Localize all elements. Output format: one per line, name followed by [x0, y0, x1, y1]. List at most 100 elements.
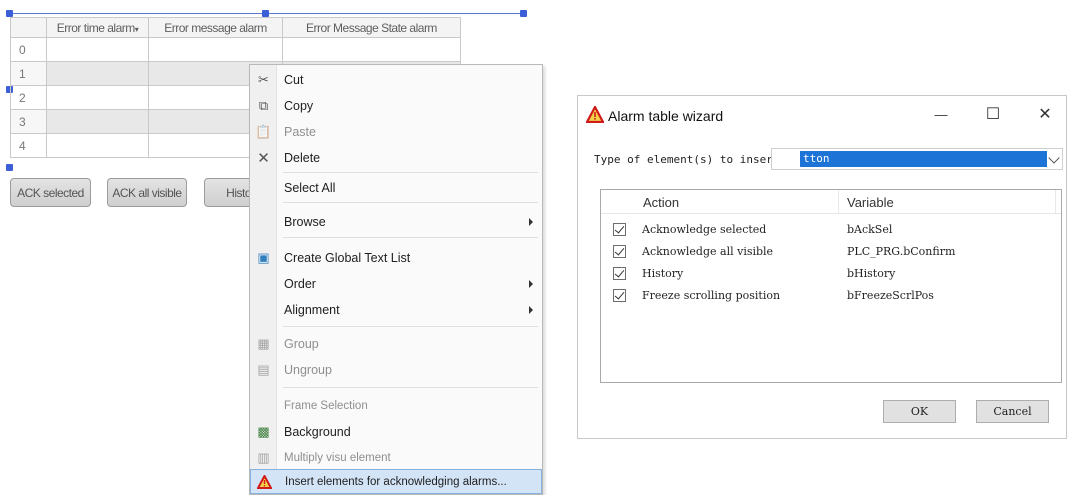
text-list-icon: ▣ — [257, 249, 270, 265]
row-index: 1 — [10, 61, 47, 86]
element-type-label: Type of element(s) to insert: — [594, 153, 787, 166]
action-name: Freeze scrolling position — [642, 289, 781, 302]
row-index: 0 — [10, 37, 47, 62]
column-divider — [838, 190, 839, 214]
chevron-down-icon[interactable] — [1048, 152, 1060, 164]
table-cell — [46, 85, 149, 110]
menu-item-order[interactable]: Order — [250, 271, 542, 296]
row-index: 3 — [10, 109, 47, 134]
checkbox[interactable] — [613, 223, 626, 236]
close-button[interactable]: ✕ — [1028, 102, 1062, 126]
menu-item-delete[interactable]: ✕ Delete — [250, 145, 542, 170]
menu-item-label: Order — [284, 276, 316, 291]
variable-name[interactable]: PLC_PRG.bConfirm — [847, 245, 955, 258]
menu-separator — [283, 172, 538, 173]
menu-separator — [283, 237, 538, 238]
submenu-arrow-icon — [529, 306, 533, 314]
multiply-icon: ▥ — [257, 449, 270, 465]
submenu-arrow-icon — [529, 280, 533, 288]
variable-name[interactable]: bAckSel — [847, 223, 892, 236]
menu-separator — [283, 202, 538, 203]
menu-item-label: Ungroup — [284, 362, 332, 377]
menu-item-group[interactable]: ▦ Group — [250, 331, 542, 356]
alarm-table-header: Error time alarm▾ Error message alarm Er… — [10, 17, 461, 38]
row-index: 2 — [10, 85, 47, 110]
ack-all-visible-button[interactable]: ACK all visible — [107, 178, 187, 207]
selection-handle-top-right[interactable] — [520, 10, 527, 17]
row-index: 4 — [10, 133, 47, 158]
table-cell — [148, 37, 283, 62]
grid-row[interactable]: Acknowledge selected bAckSel — [601, 219, 1061, 241]
table-cell — [46, 61, 149, 86]
action-variable-grid: Action Variable Acknowledge selected bAc… — [600, 189, 1062, 383]
grid-row[interactable]: Freeze scrolling position bFreezeScrlPos — [601, 285, 1061, 307]
history-button[interactable]: Histo — [204, 178, 254, 207]
ok-button[interactable]: OK — [883, 400, 956, 423]
group-icon: ▦ — [257, 335, 270, 351]
menu-item-label: Paste — [284, 124, 316, 139]
alarm-table-wizard-dialog: Alarm table wizard — ☐ ✕ Type of element… — [577, 95, 1067, 439]
checkbox[interactable] — [613, 289, 626, 302]
warning-icon — [251, 469, 278, 494]
submenu-arrow-icon — [529, 218, 533, 226]
column-header-action[interactable]: Action — [643, 195, 679, 210]
menu-item-create-global-text-list[interactable]: ▣ Create Global Text List — [250, 245, 542, 270]
copy-icon: ⧉ — [258, 97, 269, 113]
menu-item-label: Alignment — [284, 302, 340, 317]
minimize-button[interactable]: — — [924, 102, 958, 126]
column-header-error-message[interactable]: Error message alarm — [148, 17, 283, 38]
element-type-combobox[interactable]: tton — [771, 148, 1063, 170]
table-cell — [46, 109, 149, 134]
column-header-index — [10, 17, 47, 38]
selection-handle-bottom-left[interactable] — [6, 164, 13, 171]
selection-handle-top-middle[interactable] — [262, 10, 269, 17]
menu-separator — [283, 326, 538, 327]
selection-handle-top-left[interactable] — [6, 10, 13, 17]
menu-item-insert-ack-elements[interactable]: Insert elements for acknowledging alarms… — [250, 469, 542, 494]
background-icon: ▩ — [257, 423, 270, 439]
dialog-title-bar[interactable]: Alarm table wizard — ☐ ✕ — [578, 96, 1066, 134]
menu-item-browse[interactable]: Browse — [250, 209, 542, 234]
menu-item-alignment[interactable]: Alignment — [250, 297, 542, 322]
menu-item-multiply-visu-element[interactable]: ▥ Multiply visu element — [250, 445, 542, 470]
grid-row[interactable]: History bHistory — [601, 263, 1061, 285]
scissors-icon: ✂ — [258, 71, 269, 87]
menu-item-label: Multiply visu element — [284, 451, 391, 464]
ack-selected-button[interactable]: ACK selected — [10, 178, 91, 207]
table-cell — [46, 37, 149, 62]
table-row[interactable]: 0 — [10, 37, 461, 62]
menu-item-label: Cut — [284, 72, 304, 87]
action-name: History — [642, 267, 684, 280]
menu-item-label: Copy — [284, 98, 314, 113]
column-divider — [1055, 190, 1056, 214]
table-cell — [46, 133, 149, 158]
menu-item-label: Frame Selection — [284, 399, 368, 412]
maximize-button[interactable]: ☐ — [976, 102, 1010, 126]
menu-item-copy[interactable]: ⧉ Copy — [250, 93, 542, 118]
column-header-variable[interactable]: Variable — [847, 195, 894, 210]
sort-arrow-icon: ▾ — [134, 24, 139, 34]
cancel-button[interactable]: Cancel — [976, 400, 1049, 423]
column-header-error-message-state[interactable]: Error Message State alarm — [282, 17, 461, 38]
variable-name[interactable]: bHistory — [847, 267, 895, 280]
checkbox[interactable] — [613, 245, 626, 258]
action-name: Acknowledge all visible — [642, 245, 774, 258]
menu-item-background[interactable]: ▩ Background — [250, 419, 542, 444]
menu-item-select-all[interactable]: Select All — [250, 175, 542, 200]
delete-icon: ✕ — [257, 149, 270, 167]
menu-item-ungroup[interactable]: ▤ Ungroup — [250, 357, 542, 382]
menu-item-cut[interactable]: ✂ Cut — [250, 67, 542, 92]
variable-name[interactable]: bFreezeScrlPos — [847, 289, 934, 302]
grid-row[interactable]: Acknowledge all visible PLC_PRG.bConfirm — [601, 241, 1061, 263]
checkbox[interactable] — [613, 267, 626, 280]
action-name: Acknowledge selected — [642, 223, 767, 236]
menu-item-label: Insert elements for acknowledging alarms… — [285, 475, 507, 488]
menu-item-frame-selection[interactable]: Frame Selection — [250, 393, 542, 418]
grid-header: Action Variable — [601, 190, 1061, 214]
column-header-error-time[interactable]: Error time alarm▾ — [46, 17, 149, 38]
menu-item-label: Background — [284, 424, 351, 439]
menu-item-label: Browse — [284, 214, 326, 229]
context-menu: ✂ Cut ⧉ Copy 📋 Paste ✕ Delete Select All… — [249, 64, 543, 495]
menu-item-label: Group — [284, 336, 319, 351]
menu-item-paste[interactable]: 📋 Paste — [250, 119, 542, 144]
